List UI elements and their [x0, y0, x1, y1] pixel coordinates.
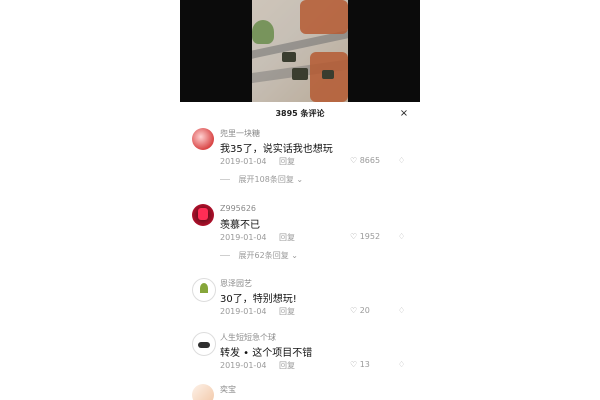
comment-text: 羡慕不已 [220, 220, 260, 231]
comment-item: Z995626 羡慕不已 2019-01-04 回复 ♡ 1952 ♢ 展开62… [180, 204, 420, 278]
username[interactable]: Z995626 [220, 204, 256, 213]
like-count: 20 [359, 306, 370, 315]
like-button[interactable]: ♡ 13 [350, 360, 370, 369]
reply-button[interactable]: 回复 [279, 157, 295, 166]
heart-icon: ♡ [350, 156, 358, 165]
like-count: 8665 [359, 156, 381, 165]
heart-icon: ♡ [350, 232, 358, 241]
comment-date: 2019-01-04 [220, 307, 267, 316]
phone-screen: 3895 条评论 × 兜里一块糖 我35了，说实话我也想玩 2019-01-04… [180, 0, 420, 400]
heart-icon: ♡ [350, 360, 358, 369]
avatar[interactable] [192, 384, 214, 400]
comment-date: 2019-01-04 [220, 157, 267, 166]
reply-button[interactable]: 回复 [279, 307, 295, 316]
username[interactable]: 奕宝 [220, 384, 236, 395]
avatar[interactable] [192, 128, 214, 150]
username[interactable]: 兜里一块糖 [220, 128, 260, 139]
reply-button[interactable]: 回复 [279, 233, 295, 242]
like-button[interactable]: ♡ 20 [350, 306, 370, 315]
dislike-icon[interactable]: ♢ [398, 156, 405, 165]
like-count: 13 [359, 360, 370, 369]
comments-sheet: 3895 条评论 × 兜里一块糖 我35了，说实话我也想玩 2019-01-04… [180, 102, 420, 400]
toy-tank [292, 68, 308, 80]
like-button[interactable]: ♡ 8665 [350, 156, 380, 165]
video-player[interactable] [180, 0, 420, 102]
motorcycle-icon [198, 342, 210, 348]
expand-replies-label: 展开62条回复 [238, 251, 289, 260]
username[interactable]: 人生短短急个球 [220, 332, 276, 343]
chevron-down-icon: ⌄ [291, 251, 298, 260]
divider [220, 179, 230, 180]
comment-text: 我35了，说实话我也想玩 [220, 144, 333, 155]
terrain-red [300, 0, 348, 34]
comment-item: 恩泽园艺 30了，特别想玩! 2019-01-04 回复 ♡ 20 ♢ [180, 278, 420, 330]
avatar[interactable] [192, 278, 216, 302]
like-button[interactable]: ♡ 1952 [350, 232, 380, 241]
music-note-icon [198, 208, 208, 220]
expand-replies[interactable]: 展开62条回复 ⌄ [220, 250, 298, 261]
comments-title: 3895 条评论 [275, 109, 325, 118]
dislike-icon[interactable]: ♢ [398, 360, 405, 369]
comments-header: 3895 条评论 × [180, 102, 420, 126]
divider [220, 255, 230, 256]
sprout-icon [200, 283, 208, 293]
dislike-icon[interactable]: ♢ [398, 232, 405, 241]
comment-date: 2019-01-04 [220, 233, 267, 242]
comment-meta: 2019-01-04 回复 [220, 156, 295, 167]
comment-item: 奕宝 [180, 384, 420, 400]
toy-tank [282, 52, 296, 62]
comment-date: 2019-01-04 [220, 361, 267, 370]
comment-text: 30了，特别想玩! [220, 294, 297, 305]
video-frame [252, 0, 348, 102]
like-count: 1952 [359, 232, 381, 241]
chevron-down-icon: ⌄ [296, 175, 304, 184]
comment-item: 兜里一块糖 我35了，说实话我也想玩 2019-01-04 回复 ♡ 8665 … [180, 128, 420, 202]
close-icon[interactable]: × [398, 108, 410, 120]
terrain-green [252, 20, 274, 44]
avatar[interactable] [192, 204, 214, 226]
comment-meta: 2019-01-04 回复 [220, 232, 295, 243]
dislike-icon[interactable]: ♢ [398, 306, 405, 315]
comment-meta: 2019-01-04 回复 [220, 306, 295, 317]
avatar[interactable] [192, 332, 216, 356]
username[interactable]: 恩泽园艺 [220, 278, 252, 289]
expand-replies[interactable]: 展开108条回复 ⌄ [220, 174, 303, 185]
expand-replies-label: 展开108条回复 [238, 175, 294, 184]
heart-icon: ♡ [350, 306, 358, 315]
toy-tank [322, 70, 334, 79]
comment-item: 人生短短急个球 转发 • 这个项目不错 2019-01-04 回复 ♡ 13 ♢ [180, 332, 420, 384]
comment-text: 转发 • 这个项目不错 [220, 348, 313, 359]
reply-button[interactable]: 回复 [279, 361, 295, 370]
comment-meta: 2019-01-04 回复 [220, 360, 295, 371]
